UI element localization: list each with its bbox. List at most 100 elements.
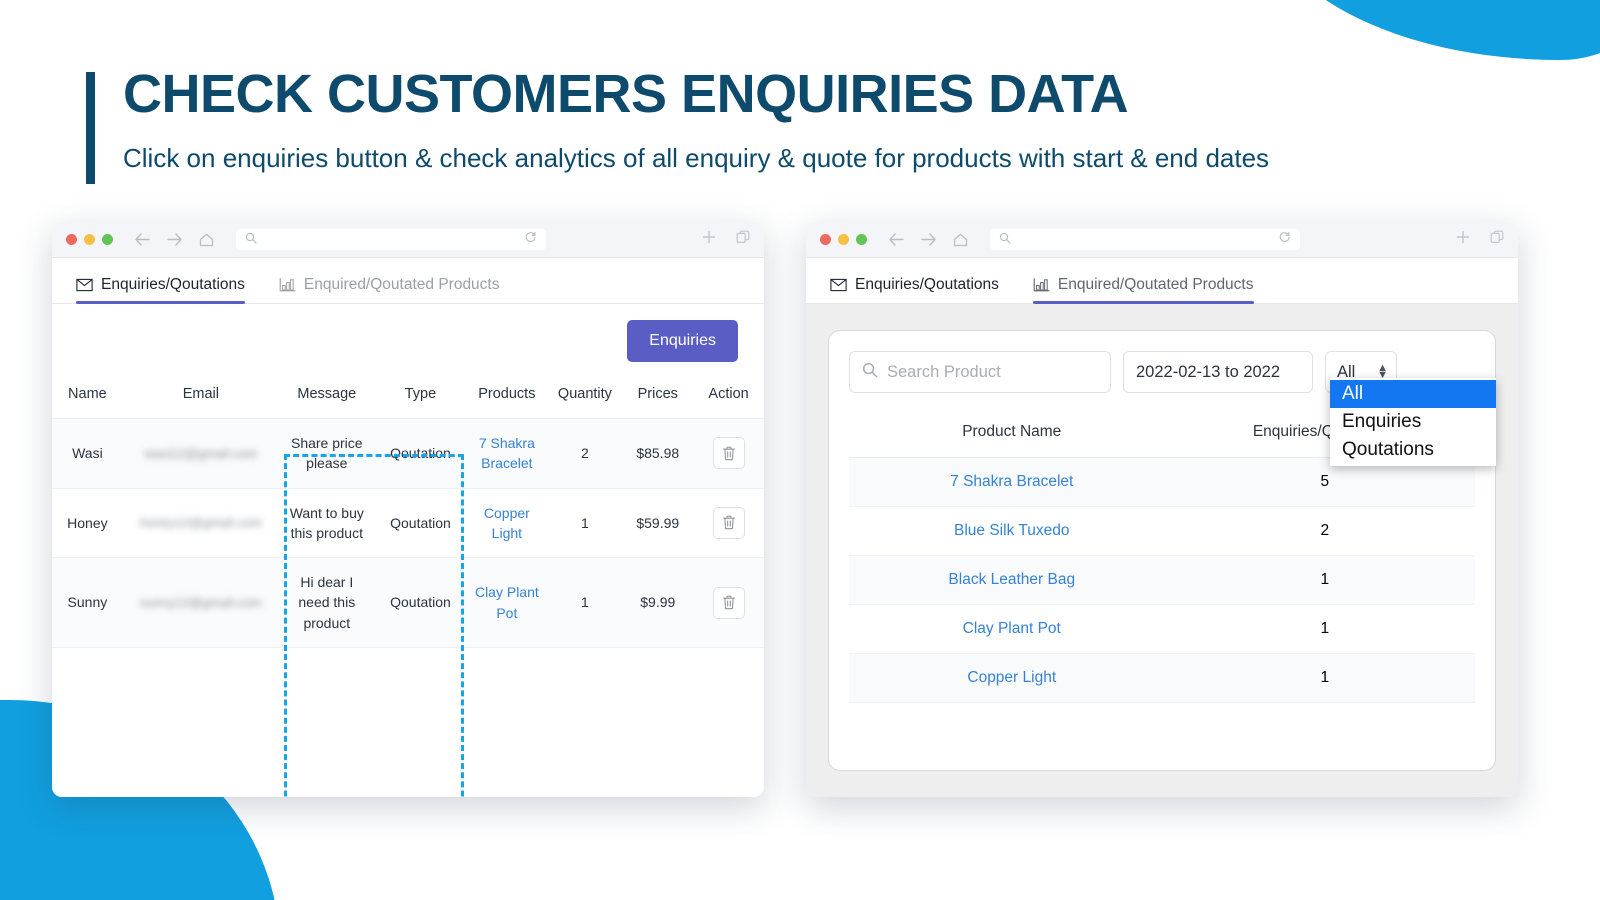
envelope-icon [76, 278, 93, 292]
forward-arrow-icon[interactable] [167, 233, 182, 246]
type-filter-dropdown[interactable]: All Enquiries Qoutations [1330, 378, 1496, 466]
forward-arrow-icon[interactable] [921, 233, 936, 246]
tab-label: Enquiries/Qoutations [101, 276, 245, 293]
cell-product[interactable]: Clay Plant Pot [849, 605, 1175, 654]
bar-chart-icon [279, 278, 296, 292]
cell-count: 1 [1320, 571, 1330, 588]
cell-product[interactable]: Clay Plant Pot [466, 558, 547, 648]
cell-count: 1 [1320, 669, 1330, 686]
address-bar[interactable] [990, 229, 1300, 250]
enquiries-button[interactable]: Enquiries [627, 320, 738, 362]
table-row: Black Leather Bag 1 [849, 555, 1475, 605]
tab-label: Enquiries/Qoutations [855, 276, 999, 293]
email-value: sunny12@gmail.com [140, 595, 262, 611]
cell-price: $85.98 [636, 445, 680, 462]
trash-icon [722, 446, 735, 461]
trash-icon [722, 516, 735, 530]
home-icon[interactable] [199, 233, 214, 247]
hero-heading-block: CHECK CUSTOMERS ENQUIRIES DATA Click on … [86, 66, 1269, 184]
right-browser-window: Enquiries/Qoutations Enquired/Qoutated P… [806, 222, 1518, 797]
close-window-dot[interactable] [820, 234, 831, 245]
product-link[interactable]: Black Leather Bag [948, 571, 1075, 588]
search-icon [862, 362, 878, 383]
cell-message: Want to buy this product [289, 504, 364, 541]
filter-bar: Search Product 2022-02-13 to 2022 All ▲ ▼… [849, 351, 1496, 466]
tab-enquiries-qoutations[interactable]: Enquiries/Qoutations [76, 276, 245, 304]
home-icon[interactable] [953, 233, 968, 247]
reload-icon[interactable] [1278, 231, 1291, 249]
cell-action [693, 488, 764, 558]
column-header-type: Type [374, 376, 467, 419]
address-bar[interactable] [236, 229, 546, 250]
cell-quantity: 2 [581, 445, 589, 462]
product-link[interactable]: 7 Shakra Bracelet [479, 435, 535, 471]
stepper-arrows-icon: ▲ ▼ [1377, 362, 1388, 381]
search-placeholder: Search Product [887, 362, 1001, 381]
cell-message: Share price please [290, 435, 363, 472]
cell-product[interactable]: Copper Light [849, 654, 1175, 703]
products-card: Search Product 2022-02-13 to 2022 All ▲ ▼… [828, 330, 1496, 771]
delete-row-button[interactable] [712, 437, 745, 470]
back-arrow-icon[interactable] [889, 233, 904, 246]
dropdown-option-qoutations[interactable]: Qoutations [1330, 436, 1496, 464]
tab-enquired-qoutated-products[interactable]: Enquired/Qoutated Products [279, 276, 500, 303]
product-link[interactable]: 7 Shakra Bracelet [950, 473, 1073, 490]
column-header-action: Action [693, 376, 764, 419]
cell-quantity: 1 [581, 594, 589, 611]
trash-icon [722, 595, 735, 610]
cell-email: honey12@gmail.com [123, 488, 279, 558]
dropdown-option-enquiries[interactable]: Enquiries [1330, 408, 1496, 436]
cell-email: wasi12@gmail.com [123, 419, 279, 489]
column-header-products: Products [466, 376, 548, 419]
product-link[interactable]: Copper Light [484, 505, 530, 541]
delete-row-button[interactable] [712, 506, 745, 539]
column-header-quantity: Quantity [547, 376, 623, 419]
table-row: Sunny sunny12@gmail.com Hi dear I need t… [52, 557, 764, 648]
tab-label: Enquired/Qoutated Products [303, 276, 500, 293]
tab-enquiries-qoutations[interactable]: Enquiries/Qoutations [830, 276, 999, 303]
dropdown-option-all[interactable]: All [1330, 380, 1496, 408]
cell-price: $59.99 [636, 514, 680, 531]
envelope-icon [830, 278, 847, 292]
bar-chart-icon [1033, 278, 1050, 292]
email-value: honey12@gmail.com [139, 515, 262, 531]
cell-product[interactable]: 7 Shakra Bracelet [849, 458, 1175, 507]
minimize-window-dot[interactable] [838, 234, 849, 245]
maximize-window-dot[interactable] [102, 234, 113, 245]
cell-product[interactable]: Black Leather Bag [849, 556, 1175, 605]
copy-tabs-icon[interactable] [1490, 230, 1504, 249]
product-link[interactable]: Blue Silk Tuxedo [954, 522, 1069, 539]
maximize-window-dot[interactable] [856, 234, 867, 245]
column-header-message: Message [278, 376, 375, 419]
heading-accent-bar [86, 72, 95, 184]
search-input[interactable]: Search Product [849, 351, 1111, 393]
date-range-input[interactable]: 2022-02-13 to 2022 [1123, 351, 1313, 393]
delete-row-button[interactable] [712, 586, 745, 619]
cell-action [693, 558, 764, 648]
close-window-dot[interactable] [66, 234, 77, 245]
plus-icon[interactable] [1456, 230, 1470, 249]
product-link[interactable]: Clay Plant Pot [963, 620, 1061, 637]
table-row: Clay Plant Pot 1 [849, 605, 1475, 654]
decorative-blob-top-right [1260, 0, 1600, 60]
tab-enquired-qoutated-products[interactable]: Enquired/Qoutated Products [1032, 276, 1254, 304]
copy-tabs-icon[interactable] [736, 230, 750, 249]
product-link[interactable]: Clay Plant Pot [475, 584, 539, 620]
type-filter-select[interactable]: All ▲ ▼ All Enquiries Qoutations [1325, 351, 1496, 466]
cell-type: Qoutation [390, 445, 451, 462]
right-window-content: Search Product 2022-02-13 to 2022 All ▲ ▼… [806, 304, 1518, 797]
back-arrow-icon[interactable] [135, 233, 150, 246]
cell-product[interactable]: 7 Shakra Bracelet [466, 419, 547, 489]
table-row: Honey honey12@gmail.com Want to buy this… [52, 488, 764, 558]
reload-icon[interactable] [524, 231, 537, 249]
browser-chrome-left [52, 222, 764, 258]
cell-type: Qoutation [390, 594, 451, 611]
cell-product[interactable]: Blue Silk Tuxedo [849, 507, 1175, 556]
minimize-window-dot[interactable] [84, 234, 95, 245]
window-traffic-lights [820, 234, 867, 245]
page-title: CHECK CUSTOMERS ENQUIRIES DATA [123, 64, 1129, 124]
product-link[interactable]: Copper Light [967, 669, 1056, 686]
plus-icon[interactable] [702, 230, 716, 249]
cell-product[interactable]: Copper Light [466, 488, 547, 558]
search-icon [245, 231, 257, 249]
